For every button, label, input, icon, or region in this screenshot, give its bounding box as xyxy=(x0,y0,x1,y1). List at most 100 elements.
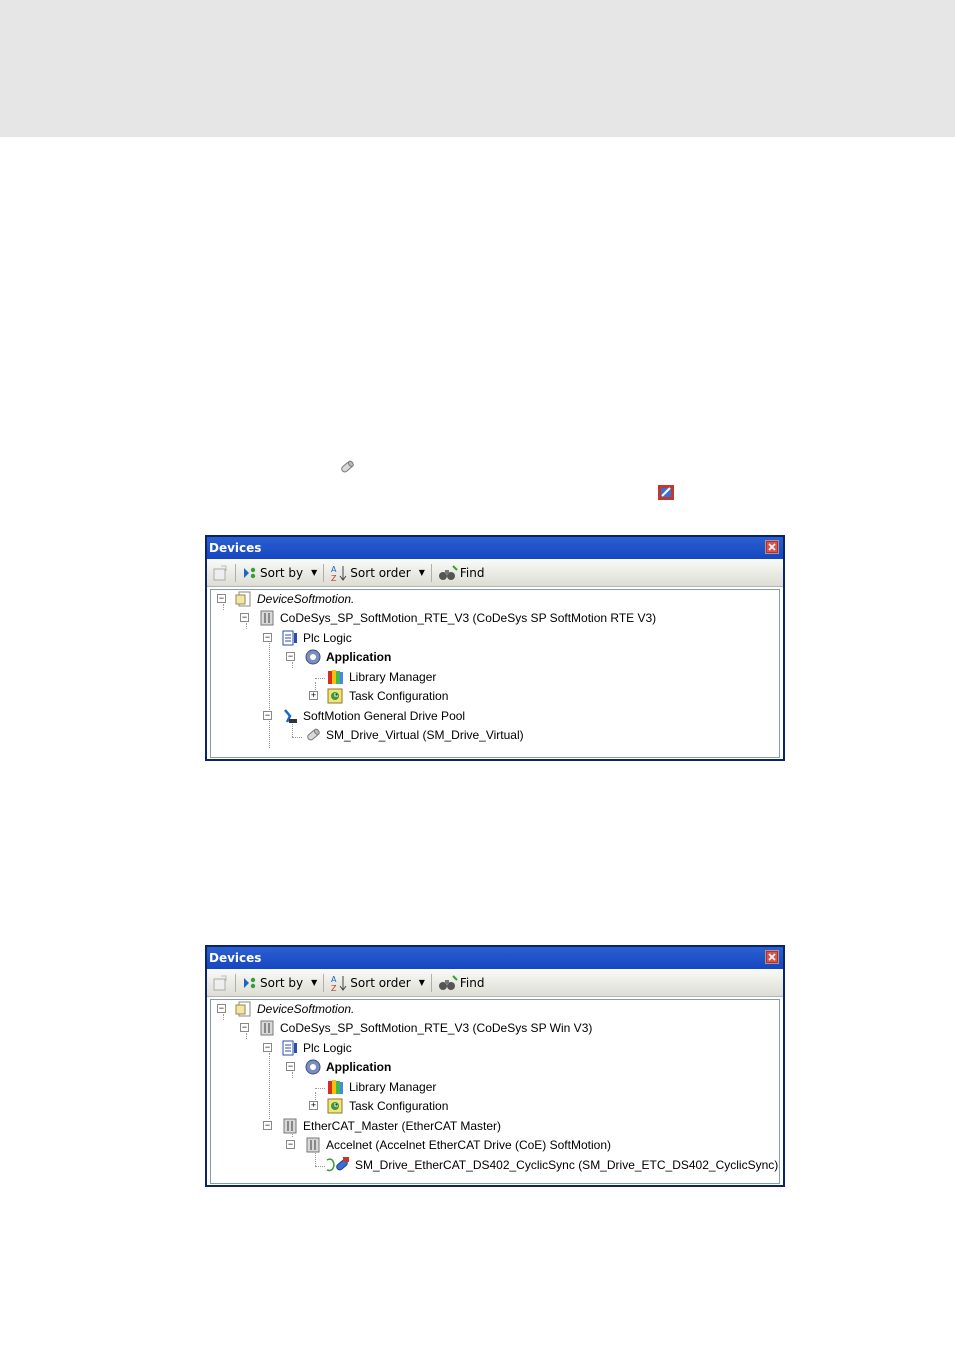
sort-order-button[interactable]: AZ Sort order ▼ xyxy=(330,974,425,992)
ethercat-drive-icon xyxy=(656,482,676,506)
tree-node[interactable]: − EtherCAT_Master (EtherCAT Master) xyxy=(263,1117,501,1135)
project-icon xyxy=(235,1001,251,1017)
svg-text:A: A xyxy=(331,565,337,574)
devices-panel: Devices Sort by ▼ AZ Sort order ▼ Find −… xyxy=(205,535,785,761)
sort-az-icon: AZ xyxy=(331,565,347,582)
binoculars-icon xyxy=(438,974,458,990)
panel-title-bar: Devices xyxy=(207,947,783,969)
collapse-toggle[interactable]: − xyxy=(240,613,249,622)
svg-text:A: A xyxy=(331,975,337,984)
find-label: Find xyxy=(459,565,485,580)
tree-node[interactable]: Library Manager xyxy=(309,1078,436,1096)
drive-pool-icon xyxy=(284,709,297,723)
tree-node-label: Application xyxy=(326,1060,392,1074)
panel-toolbar: Sort by ▼ AZ Sort order ▼ Find xyxy=(207,969,783,997)
sort-by-label: Sort by xyxy=(260,565,304,580)
tree-node-label: SoftMotion General Drive Pool xyxy=(303,709,466,723)
sort-by-icon xyxy=(244,567,256,578)
collapse-toggle[interactable]: − xyxy=(263,1121,272,1130)
tree-node-label: Plc Logic xyxy=(303,631,352,645)
chevron-down-icon: ▼ xyxy=(418,568,425,577)
tree-node-label: Task Configuration xyxy=(349,689,449,703)
collapse-toggle[interactable]: − xyxy=(263,1043,272,1052)
collapse-toggle[interactable]: − xyxy=(240,1023,249,1032)
collapse-toggle[interactable]: − xyxy=(286,1140,295,1149)
panel-title: Devices xyxy=(209,951,262,965)
tree-node[interactable]: − Accelnet (Accelnet EtherCAT Drive (CoE… xyxy=(286,1136,611,1154)
tree-node[interactable]: − SoftMotion General Drive Pool xyxy=(263,707,465,725)
panel-title: Devices xyxy=(209,541,262,555)
chevron-down-icon: ▼ xyxy=(311,568,318,577)
collapse-toggle[interactable]: − xyxy=(217,594,226,603)
chevron-down-icon: ▼ xyxy=(311,978,318,987)
project-icon xyxy=(235,591,251,607)
tree-node[interactable]: − Application xyxy=(286,648,391,666)
page-header-band xyxy=(0,0,955,137)
panel-title-bar: Devices xyxy=(207,537,783,559)
tree-node[interactable]: − Plc Logic xyxy=(263,1039,352,1057)
collapse-toggle[interactable]: − xyxy=(263,633,272,642)
tree-node-label: DeviceSoftmotion. xyxy=(257,1002,355,1016)
find-button[interactable]: Find xyxy=(438,974,484,992)
properties-button[interactable] xyxy=(211,975,229,991)
sort-order-label: Sort order xyxy=(350,975,411,990)
find-button[interactable]: Find xyxy=(438,564,485,582)
toolbar-separator xyxy=(430,563,432,582)
device-tree: − DeviceSoftmotion. − CoDeSys_SP_SoftMot… xyxy=(210,999,780,1184)
tree-node[interactable]: − DeviceSoftmotion. xyxy=(217,590,354,608)
tree-node[interactable]: Library Manager xyxy=(309,668,436,686)
application-gear-icon xyxy=(305,649,321,665)
collapse-toggle[interactable]: − xyxy=(286,1062,295,1071)
sort-by-icon xyxy=(244,977,256,988)
library-books-icon xyxy=(328,670,343,684)
tree-node[interactable]: − Plc Logic xyxy=(263,629,352,647)
properties-button[interactable] xyxy=(211,565,229,581)
tree-node-label: CoDeSys_SP_SoftMotion_RTE_V3 (CoDeSys SP… xyxy=(280,1021,593,1035)
tree-node-label: SM_Drive_EtherCAT_DS402_CyclicSync (SM_D… xyxy=(355,1158,779,1172)
tree-node[interactable]: − CoDeSys_SP_SoftMotion_RTE_V3 (CoDeSys … xyxy=(240,1019,592,1037)
device-icon xyxy=(306,1137,320,1153)
tree-node[interactable]: SM_Drive_EtherCAT_DS402_CyclicSync (SM_D… xyxy=(309,1156,778,1174)
collapse-toggle[interactable]: − xyxy=(286,652,295,661)
tree-node-label: Task Configuration xyxy=(349,1099,449,1113)
drive-cylinder-icon xyxy=(307,728,320,741)
tree-node[interactable]: SM_Drive_Virtual (SM_Drive_Virtual) xyxy=(286,726,524,744)
binoculars-icon xyxy=(438,564,458,580)
devices-panel: Devices Sort by ▼ AZ Sort order ▼ Find −… xyxy=(205,945,785,1187)
close-button[interactable] xyxy=(765,950,779,964)
svg-text:Z: Z xyxy=(331,574,337,582)
tree-node-label: Library Manager xyxy=(349,670,437,684)
device-tree: − DeviceSoftmotion. − CoDeSys_SP_SoftMot… xyxy=(210,589,780,758)
task-configuration-icon xyxy=(327,1098,343,1114)
device-icon xyxy=(260,1020,274,1036)
collapse-toggle[interactable]: − xyxy=(263,711,272,720)
tree-node[interactable]: + Task Configuration xyxy=(309,687,448,705)
sort-az-icon: AZ xyxy=(331,975,347,992)
tree-node-label: EtherCAT_Master (EtherCAT Master) xyxy=(303,1119,502,1133)
tree-node-label: Application xyxy=(326,650,392,664)
tree-node[interactable]: − CoDeSys_SP_SoftMotion_RTE_V3 (CoDeSys … xyxy=(240,609,656,627)
properties-icon xyxy=(213,565,227,580)
expand-toggle[interactable]: + xyxy=(309,691,318,700)
collapse-toggle[interactable]: − xyxy=(217,1004,226,1013)
tree-node[interactable]: + Task Configuration xyxy=(309,1097,448,1115)
sort-by-button[interactable]: Sort by ▼ xyxy=(242,975,317,991)
toolbar-separator xyxy=(323,563,325,582)
toolbar-separator xyxy=(430,973,432,992)
library-books-icon xyxy=(328,1080,343,1094)
plc-logic-icon xyxy=(282,630,297,646)
toolbar-separator xyxy=(235,563,236,582)
toolbar-separator xyxy=(235,973,236,992)
sort-order-button[interactable]: AZ Sort order ▼ xyxy=(330,564,425,582)
expand-toggle[interactable]: + xyxy=(309,1101,318,1110)
sort-by-label: Sort by xyxy=(260,975,304,990)
svg-text:Z: Z xyxy=(331,984,337,992)
tree-node-label: DeviceSoftmotion. xyxy=(257,592,355,606)
tree-node[interactable]: − DeviceSoftmotion. xyxy=(217,1000,354,1018)
close-button[interactable] xyxy=(765,540,779,554)
tree-node[interactable]: − Application xyxy=(286,1058,391,1076)
ethercat-drive-icon xyxy=(326,1157,349,1172)
tree-node-label: SM_Drive_Virtual (SM_Drive_Virtual) xyxy=(326,728,524,742)
close-icon xyxy=(766,541,778,553)
sort-by-button[interactable]: Sort by ▼ xyxy=(242,565,317,581)
